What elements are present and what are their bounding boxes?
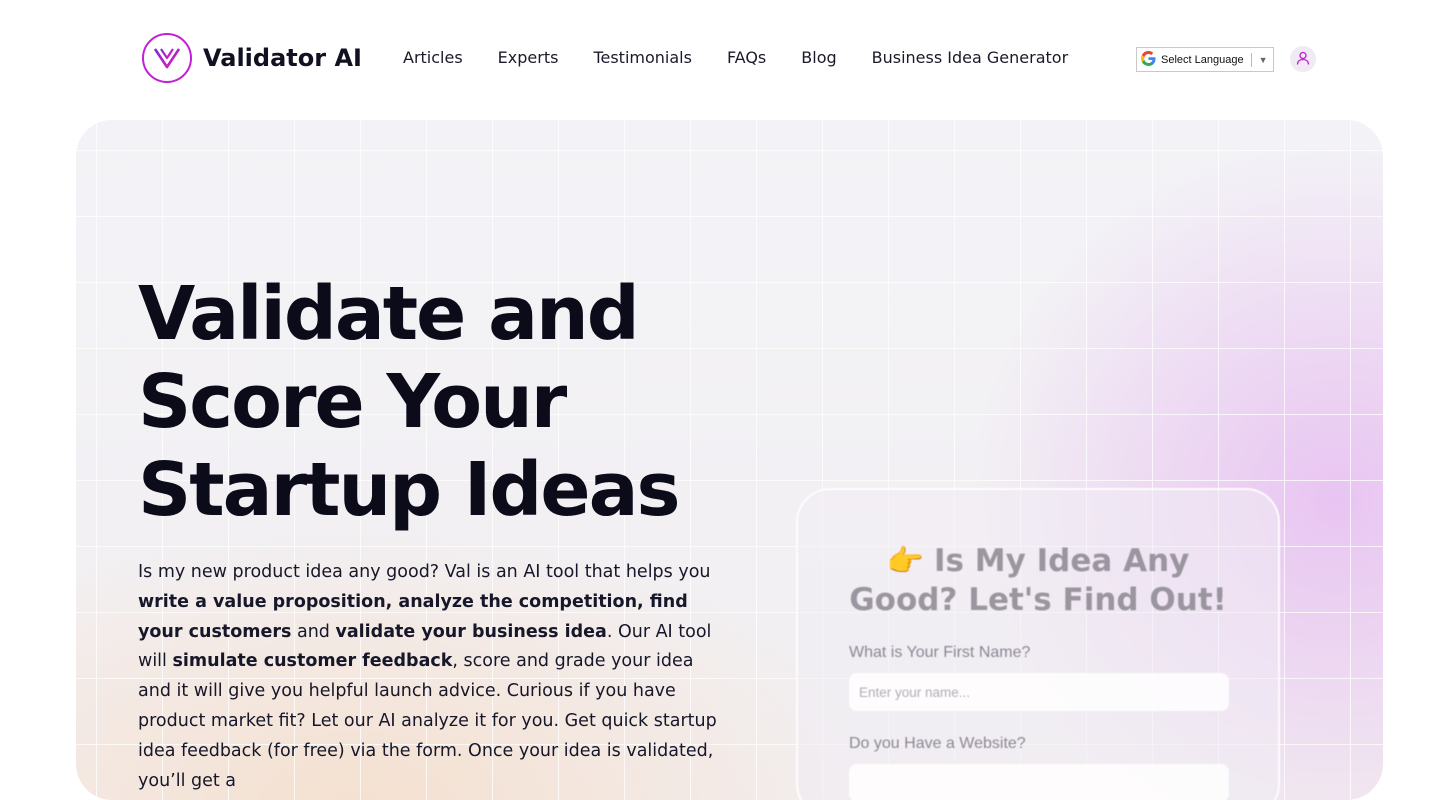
name-input[interactable] [849, 673, 1229, 711]
idea-form-card: 👉 Is My Idea Any Good? Let's Find Out! Wh… [796, 488, 1280, 800]
description-emphasis: validate your business idea [335, 621, 607, 642]
dropdown-arrow-icon: ▼ [1258, 54, 1268, 65]
main-nav: Articles Experts Testimonials FAQs Blog … [403, 48, 1068, 67]
description-text: Is my new product idea any good? Val is … [138, 562, 711, 582]
description-emphasis: simulate customer feedback [172, 651, 453, 672]
language-selector[interactable]: Select Language ▼ [1136, 47, 1274, 72]
nav-item-faqs[interactable]: FAQs [727, 48, 766, 67]
description-text: and [291, 621, 336, 642]
hero-description: Is my new product idea any good? Val is … [138, 558, 723, 796]
hero-title: Validate and Score Your Startup Ideas [138, 270, 681, 534]
nav-item-testimonials[interactable]: Testimonials [593, 48, 692, 67]
user-icon [1296, 50, 1310, 69]
separator [1250, 52, 1252, 67]
website-field-label: Do you Have a Website? [849, 735, 1026, 752]
description-text: , score and grade your idea and it will … [138, 651, 717, 791]
hero-title-line: Validate and [138, 271, 640, 357]
google-g-icon [1141, 50, 1156, 69]
language-selector-label: Select Language [1161, 53, 1244, 66]
form-title-line: Is My Idea Any [934, 543, 1190, 579]
nav-item-business-idea-generator[interactable]: Business Idea Generator [872, 48, 1069, 67]
hero-title-line: Startup Ideas [138, 447, 681, 533]
logo-link[interactable]: Validator AI [142, 33, 362, 83]
nav-item-experts[interactable]: Experts [498, 48, 559, 67]
name-field-label: What is Your First Name? [849, 644, 1031, 661]
hero-section: Validate and Score Your Startup Ideas Is… [76, 120, 1383, 800]
form-title-line: Good? Let's Find Out! [849, 582, 1227, 618]
pointing-hand-icon: 👉 [886, 544, 924, 579]
hero-title-line: Score Your [138, 359, 567, 445]
brand-name: Validator AI [203, 44, 362, 72]
nav-item-blog[interactable]: Blog [801, 48, 836, 67]
website-input[interactable] [849, 764, 1229, 800]
user-account-button[interactable] [1290, 46, 1316, 72]
v-logo-icon [142, 33, 192, 83]
form-title: 👉 Is My Idea Any Good? Let's Find Out! [798, 542, 1278, 620]
nav-item-articles[interactable]: Articles [403, 48, 463, 67]
